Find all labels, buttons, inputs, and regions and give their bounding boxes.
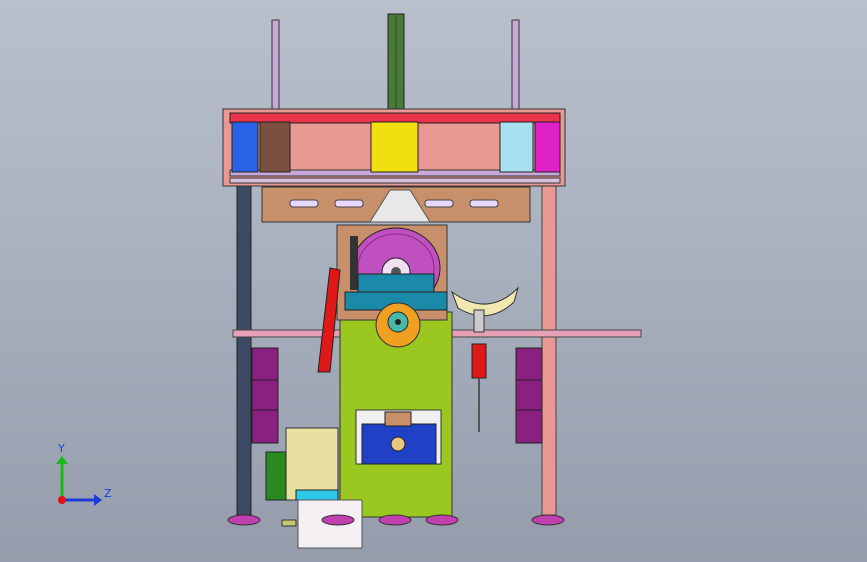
z-axis-label: Z	[104, 487, 112, 500]
slotted-plate	[261, 186, 531, 223]
red-cylinder	[471, 343, 487, 432]
top-frame	[222, 108, 566, 187]
cad-viewport[interactable]: Y Z	[0, 0, 867, 562]
x-axis-dot	[58, 496, 66, 504]
y-axis-arrow	[56, 456, 68, 464]
feed-roller	[375, 302, 421, 348]
coordinate-triad: Y Z	[56, 442, 112, 506]
arc-guide	[450, 286, 520, 333]
leveling-feet	[227, 514, 565, 527]
top-guide-rods	[271, 13, 520, 113]
left-magazine	[251, 347, 279, 444]
machine-assembly-drawing: Y Z	[56, 13, 642, 549]
blue-gearbox	[355, 409, 442, 465]
z-axis-arrow	[94, 494, 102, 506]
right-magazine	[515, 347, 543, 444]
y-axis-label: Y	[57, 442, 65, 455]
